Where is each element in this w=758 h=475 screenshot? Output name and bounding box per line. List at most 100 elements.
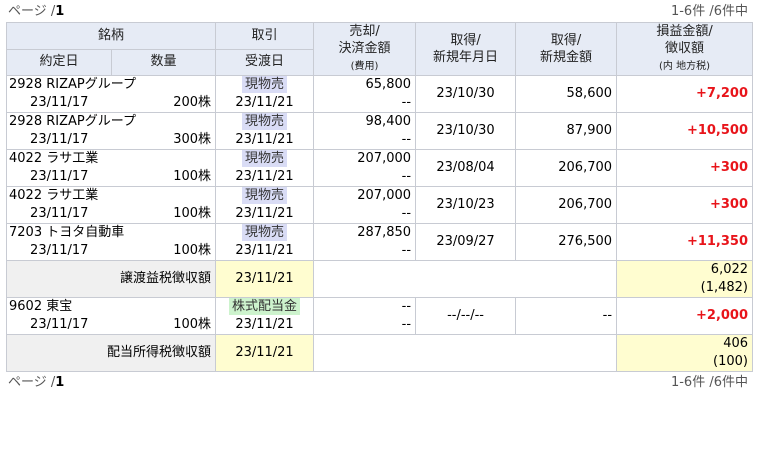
trade-type: 現物売 (215, 149, 315, 168)
trade-type-badge: 現物売 (242, 113, 288, 130)
col-settle-date: 受渡日 (215, 48, 315, 76)
proceeds: 207,000 (313, 186, 417, 205)
col-acq-date: 取得/新規年月日 (415, 22, 517, 76)
settle-date: 23/11/21 (215, 316, 315, 335)
quantity: 200株 (111, 94, 217, 113)
trade-type-badge: 現物売 (242, 187, 288, 204)
pager-bottom: ページ /1 1-6件 /6件中 (0, 372, 758, 394)
stock-name: 4022 ラサ工業 (5, 186, 217, 205)
quantity: 300株 (111, 131, 217, 150)
trade-type-badge: 株式配当金 (229, 298, 301, 315)
stock-name: 9602 東宝 (5, 297, 217, 316)
fee: -- (313, 168, 417, 187)
transfer-tax-amount: 6,022 (616, 260, 754, 279)
col-quantity: 数量 (110, 48, 217, 76)
dividend-tax-summary-row: 配当所得税徴収額 23/11/21 406 (5, 334, 754, 372)
acq-amount: 87,900 (515, 112, 618, 150)
col-acq-amount: 取得/新規金額 (515, 22, 618, 76)
table-row: 2928 RIZAPグループ 現物売 98,400 23/10/30 87,90… (5, 112, 754, 150)
table-row: 7203 トヨタ自動車 現物売 287,850 23/09/27 276,500… (5, 223, 754, 261)
pager-top: ページ /1 1-6件 /6件中 (0, 0, 758, 22)
fee: -- (313, 131, 417, 150)
col-exec-date: 約定日 (6, 48, 112, 76)
transfer-tax-date: 23/11/21 (215, 260, 315, 298)
exec-date: 23/11/17 (6, 242, 112, 261)
trade-type: 現物売 (215, 112, 315, 131)
acq-amount: -- (515, 297, 618, 335)
trade-type-badge: 現物売 (242, 76, 288, 93)
acq-date: 23/10/30 (415, 112, 517, 150)
profit-loss: +11,350 (616, 223, 754, 261)
quantity: 100株 (111, 316, 217, 335)
trade-type-badge: 現物売 (242, 224, 288, 241)
quantity: 100株 (111, 242, 217, 261)
dividend-tax-label: 配当所得税徴収額 (5, 334, 217, 372)
acq-amount: 206,700 (515, 149, 618, 187)
acq-date: 23/10/23 (415, 186, 517, 224)
acq-date: --/--/-- (415, 297, 517, 335)
fee: -- (313, 94, 417, 113)
acq-date: 23/09/27 (415, 223, 517, 261)
exec-date: 23/11/17 (6, 168, 112, 187)
stock-name: 2928 RIZAPグループ (5, 112, 217, 131)
col-profit-loss: 損益金額/徴収額 (内 地方税) (616, 22, 754, 76)
result-count: 1-6件 /6件中 (670, 4, 748, 19)
profit-loss: +300 (616, 149, 754, 187)
stock-name: 4022 ラサ工業 (5, 149, 217, 168)
acq-amount: 276,500 (515, 223, 618, 261)
trade-type: 現物売 (215, 75, 315, 94)
trade-type: 現物売 (215, 223, 315, 242)
fee: -- (313, 242, 417, 261)
transfer-tax-local: (1,482) (616, 279, 754, 298)
quantity: 100株 (111, 205, 217, 224)
proceeds: 98,400 (313, 112, 417, 131)
proceeds: 287,850 (313, 223, 417, 242)
dividend-tax-amount: 406 (616, 334, 754, 353)
profit-loss: +300 (616, 186, 754, 224)
transfer-tax-label: 譲渡益税徴収額 (5, 260, 217, 298)
header-row-1: 銘柄 取引 売却/決済金額 (費用) 取得/新規年月日 取得/新規金額 損益金額/… (5, 22, 754, 76)
settle-date: 23/11/21 (215, 242, 315, 261)
col-meigara: 銘柄 (5, 22, 217, 50)
dividend-tax-local: (100) (616, 353, 754, 372)
profit-loss: +10,500 (616, 112, 754, 150)
fee: -- (313, 316, 417, 335)
fee: -- (313, 205, 417, 224)
proceeds: 65,800 (313, 75, 417, 94)
settle-date: 23/11/21 (215, 94, 315, 113)
settle-date: 23/11/21 (215, 205, 315, 224)
settle-date: 23/11/21 (215, 168, 315, 187)
trade-history-table: 銘柄 取引 売却/決済金額 (費用) 取得/新規年月日 取得/新規金額 損益金額/… (5, 22, 754, 372)
table-row: 9602 東宝 株式配当金 -- --/--/-- -- +2,000 (5, 297, 754, 335)
profit-loss: +7,200 (616, 75, 754, 113)
stock-name: 7203 トヨタ自動車 (5, 223, 217, 242)
exec-date: 23/11/17 (6, 205, 112, 224)
quantity: 100株 (111, 168, 217, 187)
stock-name: 2928 RIZAPグループ (5, 75, 217, 94)
acq-amount: 58,600 (515, 75, 618, 113)
result-count: 1-6件 /6件中 (670, 375, 748, 390)
table-row: 4022 ラサ工業 現物売 207,000 23/10/23 206,700 +… (5, 186, 754, 224)
acq-date: 23/10/30 (415, 75, 517, 113)
trade-type-badge: 現物売 (242, 150, 288, 167)
table-row: 2928 RIZAPグループ 現物売 65,800 23/10/30 58,60… (5, 75, 754, 113)
trade-type: 株式配当金 (215, 297, 315, 316)
exec-date: 23/11/17 (6, 131, 112, 150)
exec-date: 23/11/17 (6, 94, 112, 113)
acq-date: 23/08/04 (415, 149, 517, 187)
col-torihiki: 取引 (215, 22, 315, 50)
table-row: 4022 ラサ工業 現物売 207,000 23/08/04 206,700 +… (5, 149, 754, 187)
transfer-tax-summary-row: 譲渡益税徴収額 23/11/21 6,022 (5, 260, 754, 298)
dividend-tax-date: 23/11/21 (215, 334, 315, 372)
page-indicator: ページ /1 (8, 4, 65, 19)
trade-type: 現物売 (215, 186, 315, 205)
acq-amount: 206,700 (515, 186, 618, 224)
summary-blank (313, 260, 618, 298)
proceeds: -- (313, 297, 417, 316)
summary-blank (313, 334, 618, 372)
page-indicator: ページ /1 (8, 375, 65, 390)
exec-date: 23/11/17 (6, 316, 112, 335)
proceeds: 207,000 (313, 149, 417, 168)
settle-date: 23/11/21 (215, 131, 315, 150)
col-proceeds: 売却/決済金額 (費用) (313, 22, 417, 76)
